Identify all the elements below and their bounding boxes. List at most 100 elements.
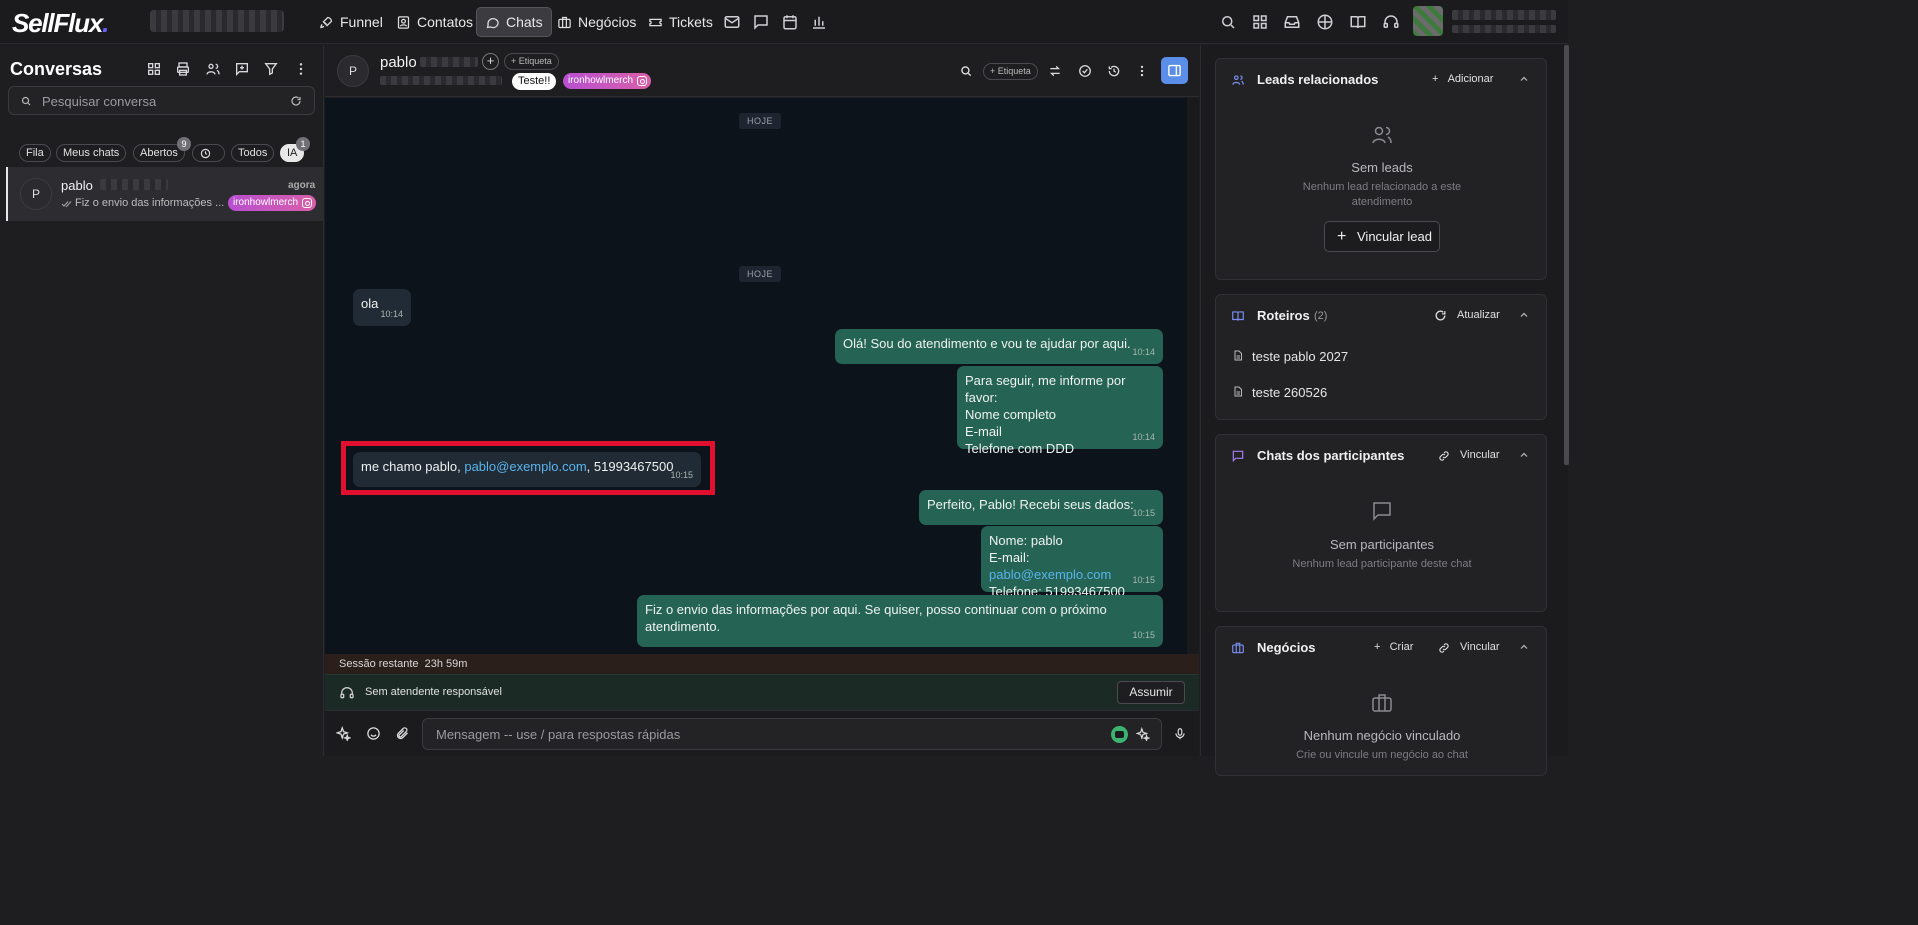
search-icon[interactable]	[959, 64, 973, 78]
chevron-up-icon[interactable]	[1518, 449, 1530, 461]
search-placeholder: Pesquisar conversa	[42, 94, 157, 109]
globe-icon[interactable]	[1316, 13, 1334, 31]
header-add-tag-button[interactable]: + Etiqueta	[983, 63, 1038, 80]
inbox-icon[interactable]	[1283, 13, 1301, 31]
printer-icon[interactable]	[175, 61, 191, 77]
vincular-action[interactable]: Vincular	[1460, 449, 1500, 461]
filter-clock[interactable]	[192, 144, 225, 162]
grid-view-icon[interactable]	[146, 61, 162, 77]
workspace-selector[interactable]	[150, 10, 284, 32]
sellflux-logo[interactable]: SellFlux.	[12, 8, 109, 39]
transfer-icon[interactable]	[1048, 64, 1062, 78]
filter-fila[interactable]: Fila	[19, 144, 51, 162]
mail-icon[interactable]	[723, 13, 741, 31]
email-link[interactable]: pablo@exemplo.com	[989, 567, 1111, 582]
more-vertical-icon[interactable]	[1135, 64, 1149, 78]
link-icon[interactable]	[1437, 450, 1451, 462]
leads-title: Leads relacionados	[1257, 72, 1379, 87]
vincular-lead-button[interactable]: + Vincular lead	[1324, 221, 1440, 252]
day-separator: HOJE	[739, 266, 782, 282]
negocios-card: Negócios + Criar Vincular Nenhum negócio…	[1215, 626, 1547, 776]
channel-tag: ironhowlmerch	[228, 195, 317, 211]
filter-meus-chats[interactable]: Meus chats	[56, 144, 127, 162]
grid-icon[interactable]	[1251, 13, 1269, 31]
nav-negocios[interactable]: Negócios	[549, 7, 644, 37]
avatar[interactable]	[1413, 6, 1443, 36]
briefcase-empty-icon	[1372, 694, 1392, 712]
conversation-time: agora	[288, 180, 316, 191]
bar-chart-icon[interactable]	[810, 13, 828, 31]
no-agent-bar: Sem atendente responsável Assumir	[325, 674, 1199, 710]
message-placeholder: Mensagem -- use / para respostas rápidas	[436, 727, 681, 742]
filter-todos[interactable]: Todos	[231, 144, 275, 162]
contact-name-blurred	[420, 57, 478, 67]
channel-tag: ironhowlmerch	[563, 73, 652, 89]
message-list[interactable]: HOJE HOJE ola 10:14 Olá! Sou do atendime…	[325, 98, 1187, 654]
users-icon[interactable]	[205, 61, 221, 77]
session-bar: Sessão restante 23h 59m	[325, 654, 1199, 674]
file-icon	[1234, 386, 1242, 397]
message-outgoing[interactable]: Olá! Sou do atendimento e vou te ajudar …	[835, 329, 1163, 364]
message-outgoing[interactable]: Para seguir, me informe por favor: Nome …	[957, 366, 1163, 456]
atualizar-action[interactable]: Atualizar	[1457, 309, 1500, 321]
book-icon[interactable]	[1349, 13, 1367, 31]
message-input[interactable]: Mensagem -- use / para respostas rápidas	[422, 718, 1162, 750]
sidebar-scrollbar[interactable]	[1564, 45, 1569, 465]
user-name-blurred[interactable]	[1452, 10, 1556, 20]
more-vertical-icon[interactable]	[293, 61, 309, 77]
refresh-icon[interactable]	[290, 95, 302, 107]
nav-funnel[interactable]: Funnel	[311, 7, 391, 37]
message-incoming[interactable]: me chamo pablo, pablo@exemplo.com, 51993…	[353, 452, 701, 487]
microphone-icon[interactable]	[1173, 726, 1187, 742]
message-scrollbar[interactable]	[1187, 98, 1199, 654]
calendar-icon[interactable]	[781, 13, 799, 31]
add-tag-button[interactable]: + Etiqueta	[504, 53, 559, 70]
attachment-icon[interactable]	[395, 726, 410, 741]
assume-button[interactable]: Assumir	[1117, 681, 1185, 704]
roteiros-card: Roteiros (2) Atualizar teste pablo 2027 …	[1215, 294, 1547, 420]
toggle-sidebar-button[interactable]	[1161, 57, 1188, 84]
search-input[interactable]: Pesquisar conversa	[8, 86, 315, 115]
add-contact-button[interactable]: +	[482, 53, 499, 70]
chevron-up-icon[interactable]	[1518, 309, 1530, 321]
add-lead-action[interactable]: + Adicionar	[1432, 73, 1493, 85]
name-blurred	[100, 179, 168, 190]
check-circle-icon[interactable]	[1078, 64, 1092, 78]
participants-card: Chats dos participantes Vincular Sem par…	[1215, 434, 1547, 612]
message-outgoing[interactable]: Fiz o envio das informações por aqui. Se…	[637, 595, 1163, 647]
avatar: P	[337, 55, 369, 87]
leads-empty-sub: Nenhum lead relacionado a este atendimen…	[1302, 181, 1462, 208]
nav-contatos[interactable]: Contatos	[388, 7, 481, 37]
roteiro-item[interactable]: teste pablo 2027	[1252, 349, 1348, 364]
history-icon[interactable]	[1107, 64, 1121, 78]
leads-card: Leads relacionados + Adicionar Sem leads…	[1215, 58, 1547, 280]
bot-icon[interactable]	[1111, 726, 1128, 743]
message-incoming[interactable]: ola 10:14	[353, 289, 411, 326]
link-icon[interactable]	[1437, 642, 1451, 654]
email-link[interactable]: pablo@exemplo.com	[464, 459, 586, 474]
message-outgoing[interactable]: Nome: pablo E-mail: pablo@exemplo.com Te…	[981, 526, 1163, 599]
chevron-up-icon[interactable]	[1518, 73, 1530, 85]
participants-empty-sub: Nenhum lead participante deste chat	[1292, 558, 1472, 570]
message-outgoing[interactable]: Perfeito, Pablo! Recebi seus dados: 10:1…	[919, 490, 1163, 525]
sparkles-icon[interactable]	[336, 726, 351, 741]
chevron-up-icon[interactable]	[1518, 641, 1530, 653]
emoji-icon[interactable]	[366, 726, 381, 741]
filter-icon[interactable]	[263, 61, 279, 77]
briefcase-icon	[558, 16, 571, 28]
file-icon	[1234, 350, 1242, 361]
search-icon[interactable]	[1219, 13, 1237, 31]
nav-tickets[interactable]: Tickets	[640, 7, 721, 37]
new-message-icon[interactable]	[234, 61, 250, 77]
headset-icon[interactable]	[1382, 13, 1400, 31]
criar-action[interactable]: + Criar	[1374, 641, 1413, 653]
tag-teste[interactable]: Teste!!	[512, 73, 557, 90]
vincular-negocio-action[interactable]: Vincular	[1460, 641, 1500, 653]
nav-chats[interactable]: Chats	[476, 7, 552, 37]
headset-icon	[340, 687, 354, 699]
conversation-item[interactable]: P pablo agora Fiz o envio das informaçõe…	[6, 167, 324, 221]
roteiro-item[interactable]: teste 260526	[1252, 385, 1327, 400]
message-square-icon[interactable]	[752, 13, 770, 31]
ai-sparkles-icon[interactable]	[1136, 727, 1150, 741]
refresh-icon[interactable]	[1434, 309, 1447, 322]
